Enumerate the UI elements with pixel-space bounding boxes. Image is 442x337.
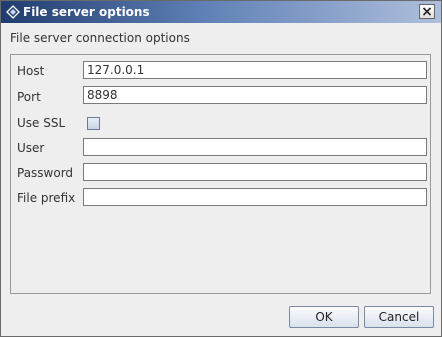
title-bar[interactable]: File server options: [1, 1, 441, 23]
file-server-options-dialog: File server options File server connecti…: [0, 0, 442, 337]
options-panel: Host Port Use SSL User Password File pre…: [10, 54, 431, 294]
host-label: Host: [17, 64, 45, 78]
dialog-subtitle: File server connection options: [10, 31, 190, 45]
port-label: Port: [17, 90, 41, 104]
password-field[interactable]: [83, 163, 427, 181]
file-prefix-label: File prefix: [17, 191, 76, 205]
diamond-app-icon: [6, 5, 20, 19]
user-field[interactable]: [83, 138, 427, 156]
cancel-button[interactable]: Cancel: [364, 306, 434, 328]
close-icon: [423, 7, 431, 16]
window-title: File server options: [23, 5, 150, 19]
port-field[interactable]: [83, 86, 427, 104]
ssl-label: Use SSL: [17, 116, 66, 130]
use-ssl-checkbox[interactable]: [87, 117, 100, 130]
ok-button[interactable]: OK: [289, 306, 359, 328]
host-field[interactable]: [83, 61, 427, 79]
user-label: User: [17, 141, 45, 155]
file-prefix-field[interactable]: [83, 188, 427, 206]
password-label: Password: [17, 166, 74, 180]
close-button[interactable]: [419, 4, 435, 19]
